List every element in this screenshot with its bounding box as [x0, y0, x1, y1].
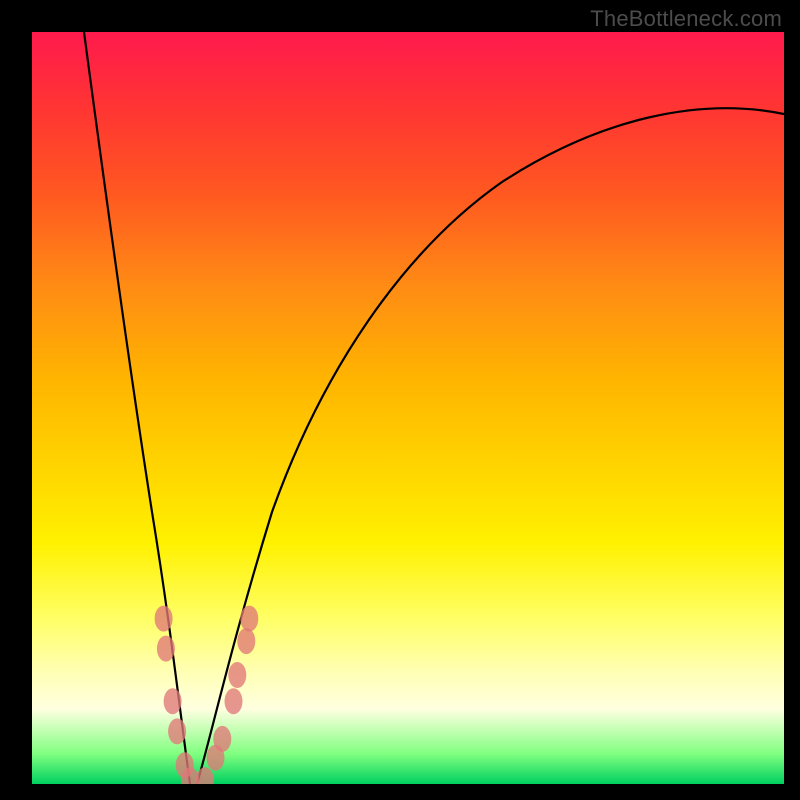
watermark-text: TheBottleneck.com	[590, 6, 782, 32]
data-point-marker	[213, 726, 231, 752]
curve-layer	[32, 32, 784, 784]
left-branch-curve	[84, 32, 190, 784]
chart-frame: TheBottleneck.com	[0, 0, 800, 800]
data-point-marker	[240, 606, 258, 632]
data-point-marker	[157, 636, 175, 662]
data-point-marker	[225, 688, 243, 714]
data-point-marker	[155, 606, 173, 632]
data-point-marker	[228, 662, 246, 688]
right-branch-curve	[197, 108, 784, 784]
plot-area	[32, 32, 784, 784]
data-point-marker	[168, 718, 186, 744]
data-point-marker	[196, 767, 214, 784]
data-point-marker	[164, 688, 182, 714]
data-point-marker	[237, 628, 255, 654]
